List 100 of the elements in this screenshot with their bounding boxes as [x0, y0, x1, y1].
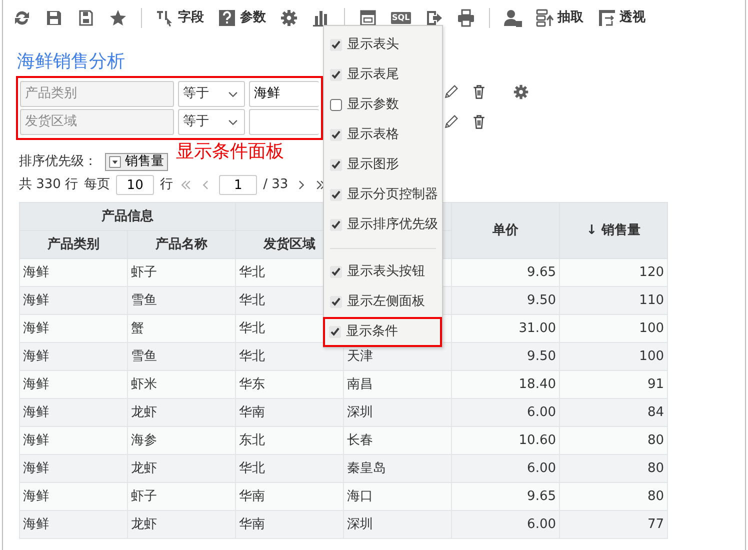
pencil-icon[interactable] — [443, 84, 459, 100]
table-cell: 110 — [560, 286, 668, 314]
table-cell: 10.60 — [452, 426, 560, 454]
table-cell: 虾米 — [128, 370, 236, 398]
page-total: / 33 — [263, 176, 288, 194]
checkbox[interactable] — [330, 129, 342, 141]
table-cell: 龙虾 — [128, 454, 236, 482]
table-cell: 80 — [560, 454, 668, 482]
table-cell: 80 — [560, 482, 668, 510]
trash-icon[interactable] — [471, 84, 487, 100]
print-icon[interactable] — [456, 9, 475, 27]
column-header[interactable]: ↓ 销售量 — [560, 202, 668, 258]
checkbox[interactable] — [329, 326, 341, 338]
fields-button[interactable]: 字段 — [156, 8, 204, 28]
column-header[interactable]: 产品类别 — [20, 230, 128, 258]
table-cell: 海鲜 — [20, 258, 128, 286]
export-icon[interactable] — [424, 9, 443, 27]
table-cell: 100 — [560, 314, 668, 342]
table-cell: 深圳 — [344, 398, 452, 426]
operator-select[interactable]: 等于 — [178, 109, 245, 135]
field-pointer-icon[interactable] — [156, 9, 174, 27]
user-icon[interactable] — [504, 9, 522, 27]
table-cell: 6.00 — [452, 454, 560, 482]
menu-item[interactable]: 显示表尾 — [324, 60, 442, 90]
table-cell: 龙虾 — [128, 510, 236, 538]
table-cell: 深圳 — [344, 510, 452, 538]
settings-icon[interactable] — [280, 9, 298, 27]
table-cell: 海鲜 — [20, 314, 128, 342]
table-cell: 海鲜 — [20, 398, 128, 426]
table-cell: 华南 — [236, 510, 344, 538]
refresh-icon[interactable] — [13, 9, 31, 27]
condition-field[interactable]: 发货区域 — [20, 109, 174, 135]
star-icon[interactable] — [109, 9, 127, 27]
table-cell: 华南 — [236, 398, 344, 426]
table-cell: 9.65 — [452, 482, 560, 510]
column-header[interactable]: 产品名称 — [128, 230, 236, 258]
table-cell: 31.00 — [452, 314, 560, 342]
table-cell: 80 — [560, 426, 668, 454]
menu-item[interactable]: 显示表格 — [324, 120, 442, 150]
condition-field[interactable]: 产品类别 — [20, 81, 174, 107]
report-title: 海鲜销售分析 — [17, 50, 125, 74]
checkbox[interactable] — [330, 189, 342, 201]
table-cell: 18.40 — [452, 370, 560, 398]
table-cell: 虾子 — [128, 482, 236, 510]
sql-icon[interactable]: SQL — [391, 12, 411, 24]
table-cell: 海鲜 — [20, 482, 128, 510]
menu-item[interactable]: 显示参数 — [324, 90, 442, 120]
table-cell: 雪鱼 — [128, 286, 236, 314]
sort-field-button[interactable]: 销售量 — [105, 153, 168, 171]
page-number-field[interactable]: 1 — [219, 175, 258, 195]
pivot-button[interactable]: 透视 — [598, 8, 646, 28]
checkbox[interactable] — [330, 266, 342, 278]
bar-chart-icon[interactable] — [312, 9, 330, 27]
row-count: 共 330 行 — [19, 176, 78, 194]
table-cell: 100 — [560, 342, 668, 370]
table-cell: 77 — [560, 510, 668, 538]
column-header[interactable]: 单价 — [452, 202, 560, 258]
dropdown-icon — [109, 156, 121, 168]
checkbox[interactable] — [330, 159, 342, 171]
menu-item[interactable]: 显示图形 — [324, 150, 442, 180]
table-cell: 华北 — [236, 454, 344, 482]
pivot-icon[interactable] — [598, 9, 616, 27]
table-cell: 虾子 — [128, 258, 236, 286]
table-cell: 雪鱼 — [128, 342, 236, 370]
table-cell: 龙虾 — [128, 398, 236, 426]
menu-item[interactable]: 显示表头 — [324, 30, 442, 60]
table-cell: 120 — [560, 258, 668, 286]
extract-icon[interactable] — [536, 9, 554, 27]
trash-icon[interactable] — [471, 114, 487, 130]
table-cell: 蟹 — [128, 314, 236, 342]
checkbox[interactable] — [330, 219, 342, 231]
pencil-icon[interactable] — [443, 114, 459, 130]
layout-icon[interactable] — [359, 9, 377, 27]
checkbox[interactable] — [330, 69, 342, 81]
table-cell: 9.50 — [452, 342, 560, 370]
extract-button[interactable]: 抽取 — [536, 8, 584, 28]
params-button[interactable]: 参数 — [218, 8, 266, 28]
save-as-icon[interactable] — [77, 9, 95, 27]
value-field[interactable] — [249, 109, 319, 135]
sort-priority-label: 排序优先级： — [19, 153, 97, 172]
checkbox[interactable] — [330, 296, 342, 308]
value-field[interactable]: 海鲜 — [249, 81, 319, 107]
checkbox[interactable] — [330, 99, 342, 111]
table-cell: 华南 — [236, 482, 344, 510]
table-cell: 华东 — [236, 370, 344, 398]
group-header: 产品信息 — [20, 202, 236, 230]
table-cell: 海口 — [344, 482, 452, 510]
save-icon[interactable] — [45, 9, 63, 27]
table-cell: 海鲜 — [20, 510, 128, 538]
checkbox[interactable] — [330, 39, 342, 51]
table-cell: 华北 — [236, 342, 344, 370]
table-cell: 91 — [560, 370, 668, 398]
operator-select[interactable]: 等于 — [178, 81, 245, 107]
table-cell: 秦皇岛 — [344, 454, 452, 482]
help-icon[interactable] — [218, 9, 236, 27]
settings-icon[interactable] — [513, 84, 529, 100]
page-size-field[interactable]: 10 — [116, 175, 154, 195]
menu-item[interactable]: 显示分页控制器 — [324, 180, 442, 210]
table-cell: 东北 — [236, 426, 344, 454]
menu-item[interactable]: 显示条件 — [323, 317, 442, 347]
